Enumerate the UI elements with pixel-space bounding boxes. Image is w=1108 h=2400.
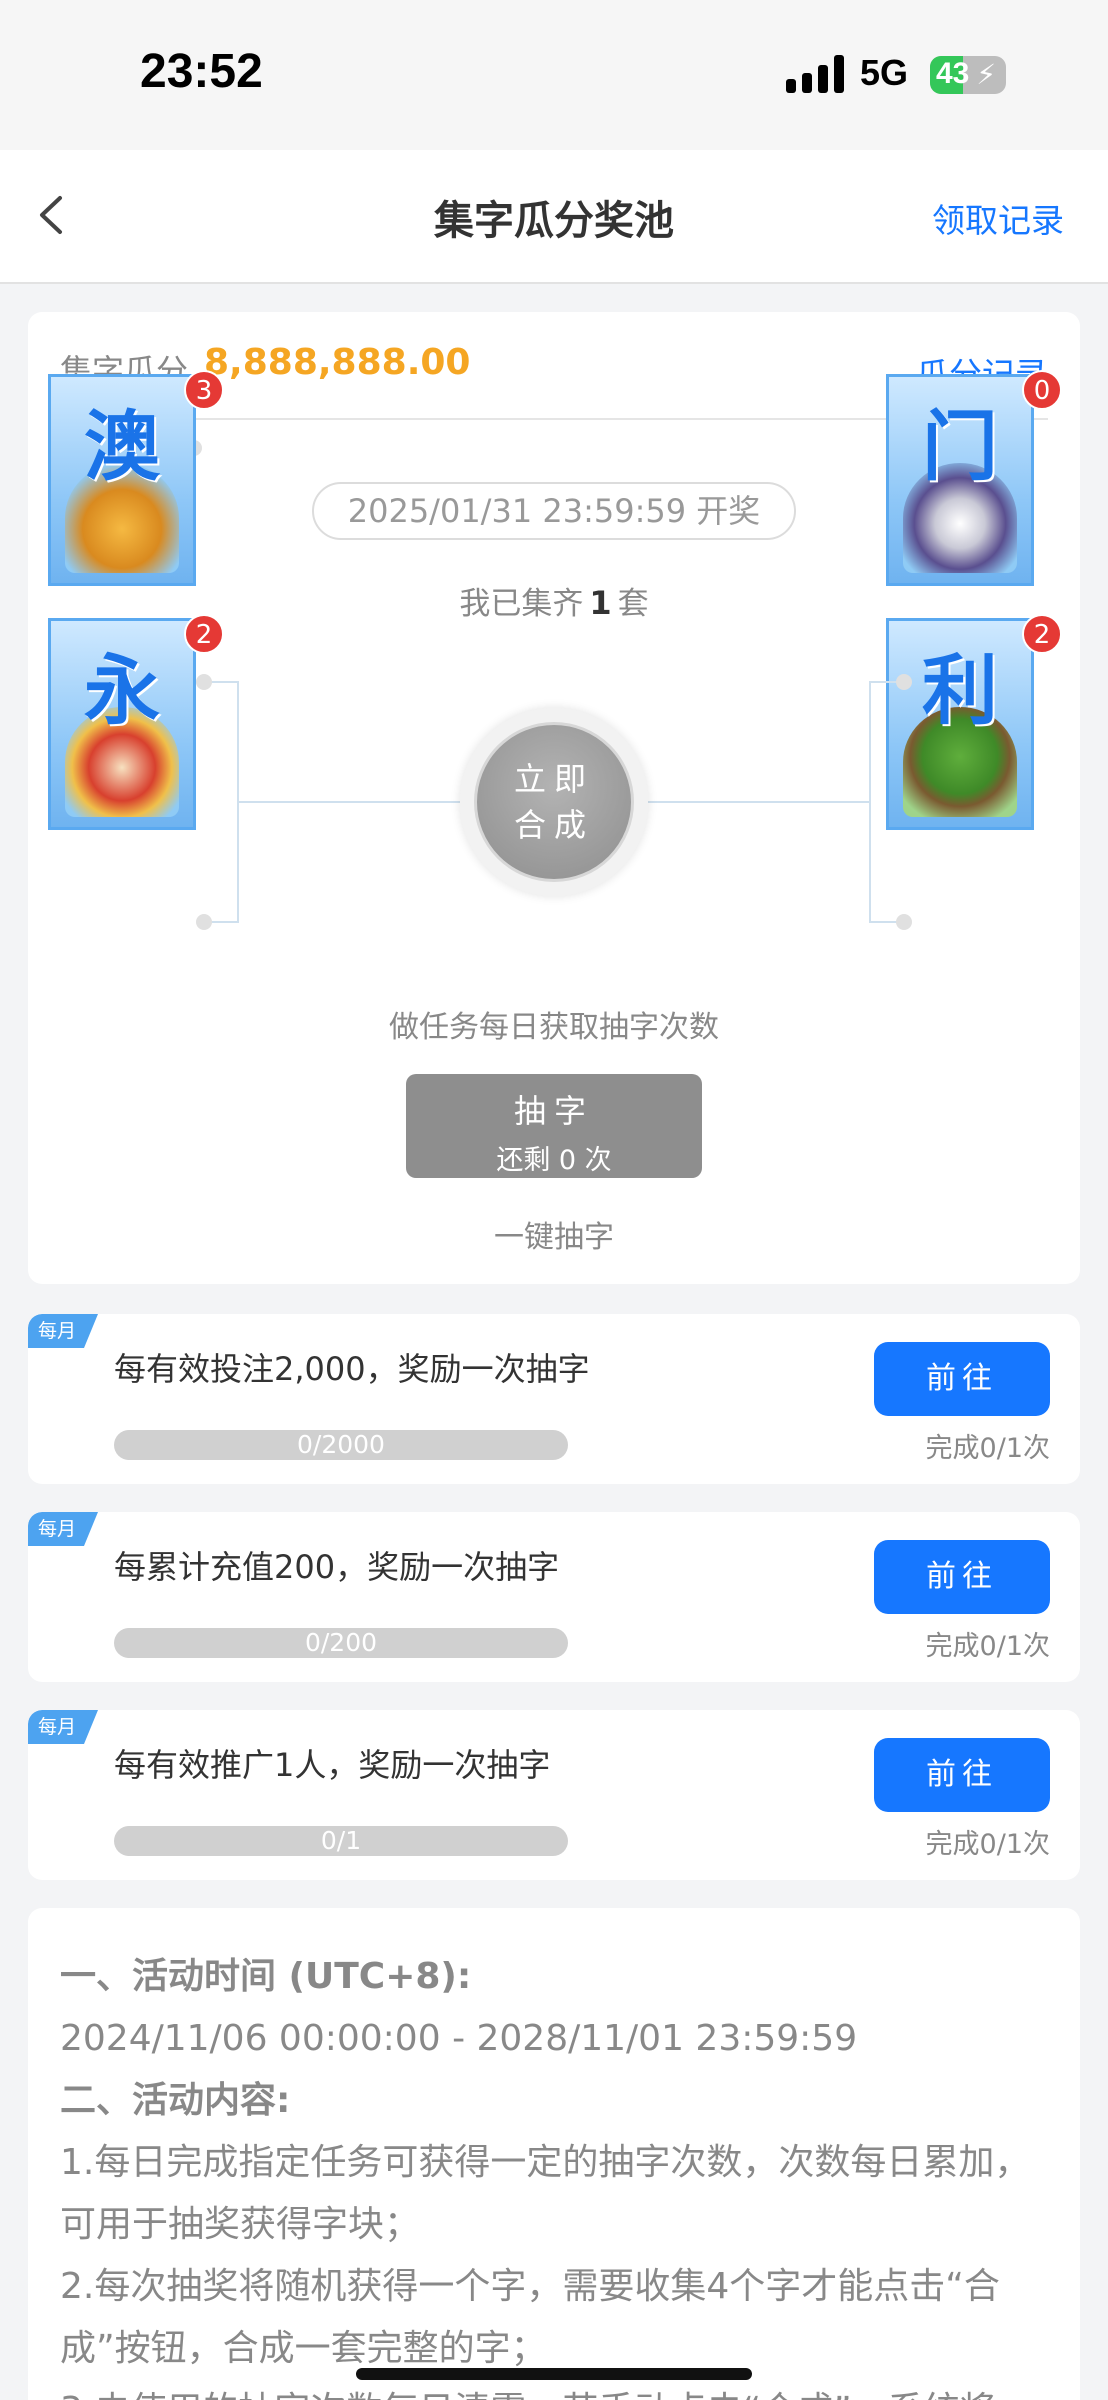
go-button[interactable]: 前往 [874,1342,1050,1416]
task-progress-text: 0/200 [304,1628,378,1657]
clock: 23:52 [140,45,263,98]
draw-remaining: 还剩 0 次 [496,1145,612,1176]
task-card: 每月 每有效推广1人，奖励一次抽字 0/1 前往 完成0/1次 [28,1710,1080,1880]
task-tip: 做任务每日获取抽字次数 [389,1010,719,1045]
task-completion: 完成0/1次 [925,1433,1050,1464]
task-completion: 完成0/1次 [925,1631,1050,1662]
charging-bolt-icon: ⚡ [976,58,996,91]
monthly-tag: 每月 [28,1314,98,1348]
task-title: 每有效投注2,000，奖励一次抽字 [114,1350,590,1388]
task-progress-bar: 0/2000 [114,1430,568,1460]
go-button[interactable]: 前往 [874,1738,1050,1812]
claim-records-link[interactable]: 领取记录 [932,194,1064,242]
monthly-tag: 每月 [28,1512,98,1546]
task-progress-text: 0/1 [320,1826,362,1855]
rules-period: 2024/11/06 00:00:00 - 2028/11/01 23:59:5… [60,2018,858,2059]
task-title: 每累计充值200，奖励一次抽字 [114,1548,560,1586]
rules-item: 1.每日完成指定任务可获得一定的抽字次数，次数每日累加，可用于抽奖获得字块； [60,2142,1031,2245]
task-card: 每月 每有效投注2,000，奖励一次抽字 0/2000 前往 完成0/1次 [28,1314,1080,1484]
rules-card: 一、活动时间 (UTC+8): 2024/11/06 00:00:00 - 20… [28,1908,1080,2400]
task-progress-bar: 0/1 [114,1826,568,1856]
status-bar: 23:52 5G 43 ⚡ [0,0,1108,150]
draw-label: 抽字 [513,1092,594,1130]
task-title: 每有效推广1人，奖励一次抽字 [114,1746,551,1784]
go-button[interactable]: 前往 [874,1540,1050,1614]
rules-heading-time: 一、活动时间 (UTC+8): [60,1956,472,1997]
combine-label-2: 合成 [513,806,594,844]
battery-level: 43 [936,57,970,90]
task-progress-text: 0/2000 [297,1430,385,1459]
collect-words-card: 集字瓜分 8,888,888.00 瓜分记录 2025/01/31 23:59:… [28,312,1080,1284]
task-completion: 完成0/1次 [925,1829,1050,1860]
monthly-tag: 每月 [28,1710,98,1744]
network-type: 5G [860,52,909,93]
signal-icon [786,55,844,93]
combine-button[interactable]: 立即 合成 [474,722,634,882]
task-progress-bar: 0/200 [114,1628,568,1658]
draw-word-button[interactable]: 抽字 还剩 0 次 [406,1074,702,1178]
rules-item: 3.未使用的抽字次数每日清零，若手动点击“合成”，系统将 [60,2380,1050,2400]
task-card: 每月 每累计充值200，奖励一次抽字 0/200 前往 完成0/1次 [28,1512,1080,1682]
battery-icon: 43 ⚡ [930,56,1006,94]
one-click-draw-link[interactable]: 一键抽字 [28,1212,1080,1256]
nav-header: 集字瓜分奖池 领取记录 [0,150,1108,284]
home-indicator [356,2368,752,2380]
combine-button-ring: 立即 合成 [460,708,648,896]
combine-label-1: 立即 [513,760,594,798]
rules-heading-content: 二、活动内容: [60,2080,291,2121]
rules-item: 2.每次抽奖将随机获得一个字，需要收集4个字才能点击“合成”按钮，合成一套完整的… [60,2266,1000,2369]
